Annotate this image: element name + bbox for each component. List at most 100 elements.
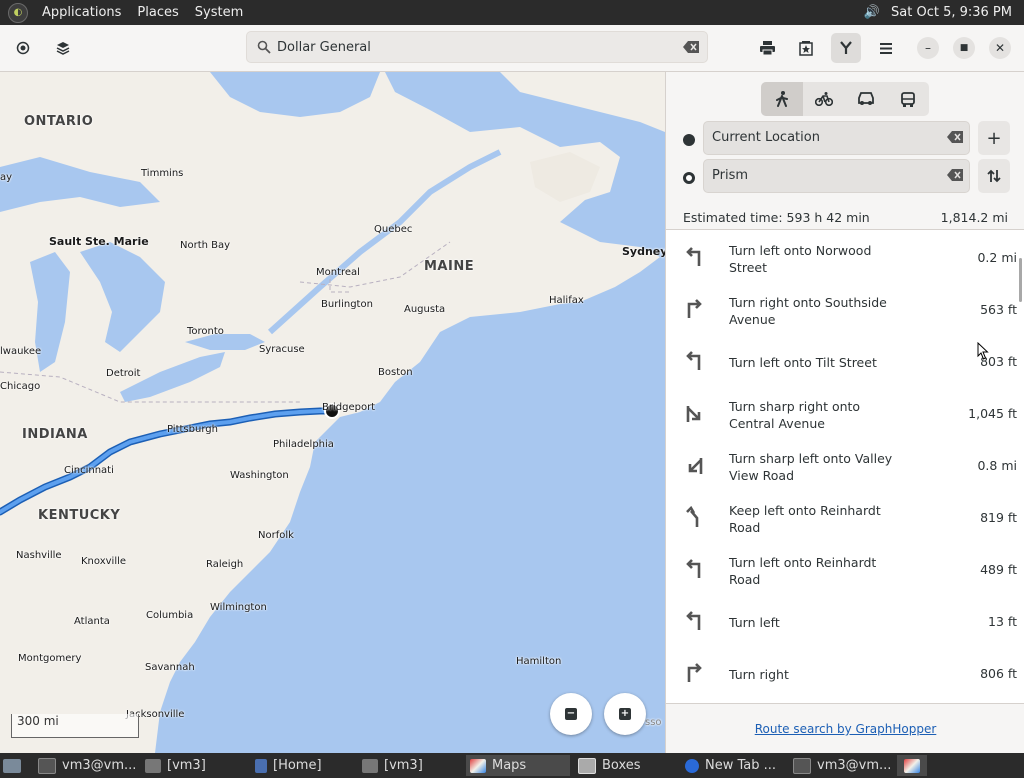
route-steps-list[interactable]: Turn left onto Norwood Street 0.2 mi Turn …	[666, 229, 1024, 704]
swap-arrows-icon	[987, 169, 1001, 183]
route-step-row[interactable]: Keep left onto Reinhardt Road 819 ft	[666, 490, 1024, 542]
route-step-row[interactable]: Turn left 13 ft	[666, 594, 1024, 646]
search-input[interactable]: Dollar General	[246, 31, 708, 63]
map-label-ontario: ONTARIO	[24, 114, 94, 129]
map-label-wilmington: Wilmington	[210, 602, 267, 613]
boxes-app-icon	[578, 757, 596, 774]
task-boxes[interactable]: Boxes	[578, 755, 641, 776]
map-label-burlington: Burlington	[321, 299, 373, 310]
task-home[interactable]: [Home]	[255, 755, 322, 776]
route-step-text: Turn left onto Tilt Street	[729, 355, 877, 370]
turn-left-icon	[686, 247, 701, 266]
reverse-route-button[interactable]	[978, 159, 1010, 193]
close-button[interactable]: ✕	[989, 37, 1011, 59]
route-step-row[interactable]: Turn sharp left onto Valley View Road 0.8…	[666, 438, 1024, 490]
route-step-text: Turn sharp right onto Central Avenue	[729, 399, 861, 431]
graphhopper-link[interactable]: Route search by GraphHopper	[755, 722, 937, 736]
steps-scrollbar[interactable]	[1019, 258, 1022, 302]
search-icon	[257, 40, 271, 54]
zoom-out-button[interactable]: −	[550, 693, 592, 735]
clear-search-icon[interactable]	[683, 41, 699, 53]
print-icon	[759, 41, 775, 55]
workspace-icon	[904, 758, 920, 773]
route-step-row[interactable]: Turn left onto Norwood Street 0.2 mi	[666, 230, 1024, 282]
menu-applications[interactable]: Applications	[34, 5, 129, 20]
route-step-row[interactable]: Turn right 806 ft	[666, 646, 1024, 698]
map-label-syracuse: Syracuse	[259, 344, 305, 355]
zoom-in-button[interactable]: +	[604, 693, 646, 735]
favorites-button[interactable]	[791, 33, 821, 63]
header-bar: Dollar General – ■ ✕	[0, 25, 1024, 72]
task-folder-vm3-2[interactable]: [vm3]	[362, 755, 423, 776]
route-step-text: Turn right onto Southside Avenue	[729, 295, 887, 327]
task-maps[interactable]: Maps	[466, 755, 570, 776]
map-label-pittsburgh: Pittsburgh	[167, 424, 218, 435]
minimize-button[interactable]: –	[917, 37, 939, 59]
maximize-icon: ■	[959, 43, 969, 53]
layers-button[interactable]	[48, 33, 78, 63]
task-folder-vm3-1[interactable]: [vm3]	[145, 755, 206, 776]
map-label-hamilton: Hamilton	[516, 656, 562, 667]
show-desktop-button[interactable]	[3, 755, 21, 776]
map-label-montgomery: Montgomery	[18, 653, 82, 664]
print-button[interactable]	[752, 33, 782, 63]
turn-left-icon	[686, 351, 701, 370]
route-step-row[interactable]: Turn right onto Southside Avenue 563 ft	[666, 282, 1024, 334]
turn-right-icon	[687, 663, 702, 682]
clock[interactable]: Sat Oct 5, 9:36 PM	[891, 5, 1012, 20]
destination-dot-icon	[683, 172, 695, 184]
route-step-text: Keep left onto Reinhardt Road	[729, 503, 881, 535]
star-bookmark-icon	[799, 40, 813, 56]
route-button[interactable]	[831, 33, 861, 63]
route-step-distance: 819 ft	[980, 510, 1017, 525]
map-label-milwaukee: lwaukee	[0, 346, 42, 357]
browser-icon	[685, 758, 699, 773]
map-label-cincinnati: Cincinnati	[64, 465, 114, 476]
route-step-distance: 489 ft	[980, 562, 1017, 577]
main-menu-button[interactable]	[871, 33, 901, 63]
map-label-bridgeport: Bridgeport	[322, 402, 376, 413]
clear-from-icon[interactable]	[947, 131, 963, 143]
sharp-left-icon	[688, 458, 703, 474]
menu-places[interactable]: Places	[129, 5, 186, 20]
bicycle-icon	[815, 92, 833, 106]
task-terminal-1[interactable]: vm3@vm...	[38, 755, 136, 776]
applications-logo-icon[interactable]: ◐	[8, 2, 28, 23]
mouse-cursor-icon	[977, 342, 989, 360]
menu-system[interactable]: System	[187, 5, 251, 20]
from-field[interactable]: Current Location	[703, 121, 970, 155]
map-label-raleigh: Raleigh	[206, 559, 244, 570]
route-step-row[interactable]: Turn left onto Reinhardt Road 489 ft	[666, 542, 1024, 594]
route-step-distance: 0.8 mi	[977, 458, 1017, 473]
mode-bike-button[interactable]	[803, 82, 845, 116]
add-via-button[interactable]: +	[978, 121, 1010, 155]
location-button[interactable]	[8, 33, 38, 63]
mode-walk-button[interactable]	[761, 82, 803, 116]
map-label-indiana: INDIANA	[22, 427, 88, 442]
route-step-row[interactable]: Turn sharp right onto Central Avenue 1,04…	[666, 386, 1024, 438]
clear-to-icon[interactable]	[947, 169, 963, 181]
volume-icon[interactable]: 🔊	[863, 5, 881, 20]
maps-app-icon	[470, 758, 486, 773]
task-label: [Home]	[273, 758, 322, 773]
mode-transit-button[interactable]	[887, 82, 929, 116]
transport-mode-selector	[761, 82, 929, 116]
taskbar: vm3@vm... [vm3] [Home] [vm3] Maps Boxes …	[0, 753, 1024, 778]
folder-icon	[145, 758, 161, 773]
keep-left-icon	[686, 506, 699, 527]
car-icon	[858, 92, 874, 105]
task-browser[interactable]: New Tab ...	[685, 755, 776, 776]
route-step-row[interactable]: Turn left onto Tilt Street 803 ft	[666, 334, 1024, 386]
from-value: Current Location	[712, 130, 820, 145]
route-step-distance: 1,045 ft	[968, 406, 1017, 421]
task-label: Maps	[492, 758, 527, 773]
workspace-switcher[interactable]	[897, 755, 927, 776]
route-sidebar: Current Location + Prism Estimated time:…	[665, 72, 1024, 754]
map-view[interactable]: ONTARIO Timmins ay Sault Ste. Marie Nort…	[0, 72, 665, 753]
mode-car-button[interactable]	[845, 82, 887, 116]
maximize-button[interactable]: ■	[953, 37, 975, 59]
home-folder-icon	[255, 758, 267, 773]
task-terminal-2[interactable]: vm3@vm...	[793, 755, 891, 776]
to-field[interactable]: Prism	[703, 159, 970, 193]
turn-right-icon	[687, 299, 702, 318]
